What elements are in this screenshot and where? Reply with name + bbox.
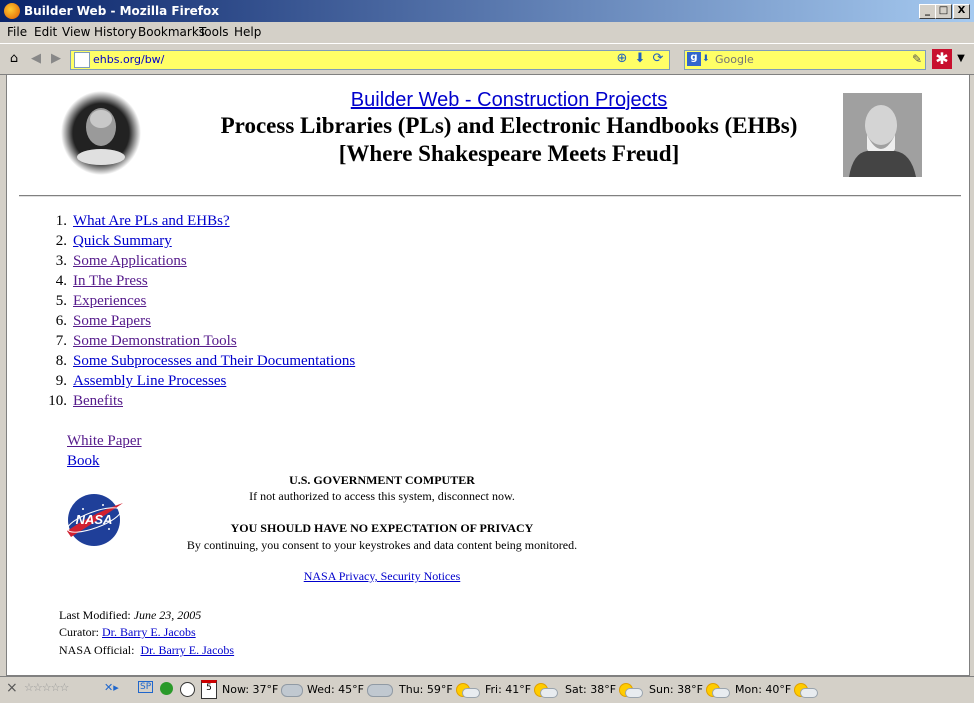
curator-link[interactable]: Dr. Barry E. Jacobs	[102, 625, 196, 639]
home-icon[interactable]: ⌂	[6, 51, 22, 67]
search-bar[interactable]: g ⬇ ✎	[684, 50, 926, 70]
list-item: 6. Some Papers	[55, 313, 151, 329]
link-some-applications[interactable]: Some Applications	[73, 253, 187, 269]
menu-edit[interactable]: Edit	[34, 25, 57, 39]
extension-icon[interactable]: ✕▸	[104, 681, 119, 694]
menu-bookmarks[interactable]: Bookmarks	[138, 25, 205, 39]
link-book[interactable]: Book	[67, 453, 100, 469]
status-bar: × ☆☆☆☆☆ ✕▸ SP 5 Now: 37°F Wed: 45°F Thu:…	[0, 676, 974, 703]
menu-bar: File Edit View History Bookmarks Tools H…	[0, 22, 974, 42]
list-item: 7. Some Demonstration Tools	[55, 333, 237, 349]
maximize-button[interactable]: □	[935, 4, 952, 19]
clock-icon[interactable]	[180, 682, 195, 697]
url-text[interactable]: ehbs.org/bw/	[93, 53, 164, 66]
reload-icon[interactable]: ⟳	[650, 51, 666, 67]
addon-icon[interactable]: ✱	[932, 49, 952, 69]
addon-dropdown-icon[interactable]: ▼	[953, 51, 969, 67]
link-experiences[interactable]: Experiences	[73, 293, 146, 309]
weather-sun[interactable]: Sun: 38°F	[649, 683, 730, 698]
menu-view[interactable]: View	[62, 25, 90, 39]
search-input[interactable]	[715, 53, 885, 66]
globe-icon[interactable]	[160, 682, 173, 695]
privacy-title: YOU SHOULD HAVE NO EXPECTATION OF PRIVAC…	[230, 521, 534, 535]
close-button[interactable]: X	[953, 4, 970, 19]
menu-help[interactable]: Help	[234, 25, 261, 39]
partly-cloudy-icon	[705, 683, 730, 698]
link-white-paper[interactable]: White Paper	[67, 433, 142, 449]
topic-list: 1. What Are PLs and EHBs? 2. Quick Summary…	[35, 213, 355, 413]
google-icon[interactable]: g	[687, 52, 701, 66]
firefox-icon	[4, 3, 20, 19]
gov-title: U.S. GOVERNMENT COMPUTER	[289, 473, 475, 487]
link-in-the-press[interactable]: In The Press	[73, 273, 148, 289]
nasa-logo: NASA	[67, 494, 123, 546]
curator: Curator: Dr. Barry E. Jacobs	[59, 625, 196, 639]
link-some-papers[interactable]: Some Papers	[73, 313, 151, 329]
cloud-icon	[367, 683, 394, 697]
nasa-official: NASA Official: Dr. Barry E. Jacobs	[59, 643, 235, 657]
page-subtitle: [Where Shakespeare Meets Freud]	[338, 141, 680, 166]
weather-wed[interactable]: Wed: 45°F	[307, 683, 394, 697]
divider	[19, 195, 961, 197]
partly-cloudy-icon	[619, 683, 644, 698]
gov-warning: If not authorized to access this system,…	[249, 489, 515, 503]
list-item: 8. Some Subprocesses and Their Documentat…	[55, 353, 356, 369]
nasa-logo-text: NASA	[76, 512, 113, 527]
page-title: Process Libraries (PLs) and Electronic H…	[220, 113, 798, 138]
list-item: 5. Experiences	[55, 293, 147, 309]
list-item: 10. Benefits	[48, 393, 123, 409]
last-modified: Last Modified: June 23, 2005	[59, 608, 202, 622]
back-icon[interactable]: ◀	[28, 51, 44, 67]
search-go-icon[interactable]: ✎	[912, 52, 922, 66]
weather-now[interactable]: Now: 37°F	[222, 683, 304, 697]
page-content: Builder Web - Construction Projects Proc…	[6, 74, 970, 676]
forward-icon[interactable]: ▶	[48, 51, 64, 67]
link-assembly-line-processes[interactable]: Assembly Line Processes	[73, 373, 226, 389]
menu-tools[interactable]: Tools	[199, 25, 229, 39]
menu-history[interactable]: History	[94, 25, 137, 39]
link-some-subprocesses[interactable]: Some Subprocesses and Their Documentatio…	[73, 353, 355, 369]
weather-fri[interactable]: Fri: 41°F	[485, 683, 559, 698]
address-bar[interactable]: ehbs.org/bw/	[70, 50, 670, 70]
cloud-icon	[281, 683, 304, 697]
title-bar: Builder Web - Mozilla Firefox _ □ X	[0, 0, 974, 22]
sp-icon[interactable]: SP	[138, 681, 154, 693]
partly-cloudy-icon	[794, 683, 819, 698]
site-icon	[74, 52, 90, 68]
weather-thu[interactable]: Thu: 59°F	[399, 683, 480, 698]
window-title: Builder Web - Mozilla Firefox	[24, 4, 219, 18]
list-item: 1. What Are PLs and EHBs?	[55, 213, 230, 229]
download-icon[interactable]: ⬇	[632, 51, 648, 67]
link-quick-summary[interactable]: Quick Summary	[73, 233, 172, 249]
weather-mon[interactable]: Mon: 40°F	[735, 683, 819, 698]
partly-cloudy-icon	[455, 683, 480, 698]
list-item: 9. Assembly Line Processes	[55, 373, 227, 389]
close-status-icon[interactable]: ×	[6, 680, 18, 696]
rating-stars[interactable]: ☆☆☆☆☆	[24, 681, 69, 694]
link-some-demonstration-tools[interactable]: Some Demonstration Tools	[73, 333, 237, 349]
minimize-button[interactable]: _	[919, 4, 936, 19]
menu-file[interactable]: File	[7, 25, 27, 39]
official-link[interactable]: Dr. Barry E. Jacobs	[140, 643, 234, 657]
freud-portrait	[843, 93, 922, 177]
partly-cloudy-icon	[534, 683, 559, 698]
search-engine-dropdown-icon[interactable]: ⬇	[702, 54, 710, 64]
add-icon[interactable]: ⊕	[614, 51, 630, 67]
privacy-link[interactable]: NASA Privacy, Security Notices	[304, 569, 461, 583]
list-item: 3. Some Applications	[55, 253, 187, 269]
list-item: 2. Quick Summary	[55, 233, 172, 249]
link-what-are-pls-and-ehbs[interactable]: What Are PLs and EHBs?	[73, 213, 230, 229]
header-link[interactable]: Builder Web - Construction Projects	[351, 89, 667, 111]
navigation-toolbar: ⌂ ◀ ▶ ehbs.org/bw/ ⊕ ⬇ ⟳ g ⬇ ✎ ✱ ▼	[0, 43, 974, 75]
list-item: 4. In The Press	[55, 273, 148, 289]
calendar-icon[interactable]: 5	[201, 680, 217, 699]
weather-sat[interactable]: Sat: 38°F	[565, 683, 644, 698]
link-benefits[interactable]: Benefits	[73, 393, 123, 409]
privacy-text: By continuing, you consent to your keyst…	[186, 538, 578, 552]
